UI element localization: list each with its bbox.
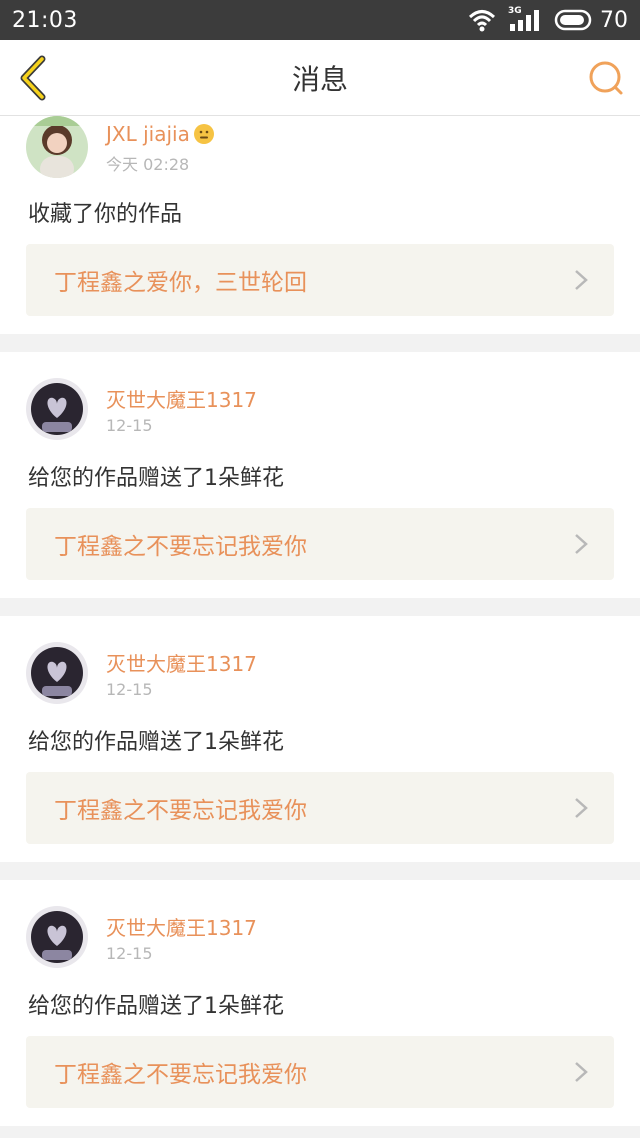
message-action: 给您的作品赠送了1朵鲜花: [28, 730, 284, 755]
search-button[interactable]: [586, 58, 626, 98]
message-list: JXL jiajia 今天 02:28 收藏了你的作品 丁程鑫之爱你，三世轮回: [0, 116, 640, 1126]
status-icons: 3G 70: [468, 6, 628, 33]
divider: [0, 334, 640, 352]
work-title: 丁程鑫之不要忘记我爱你: [54, 1062, 307, 1088]
signal-icon: 3G: [508, 6, 542, 32]
chevron-right-icon: [575, 534, 588, 554]
battery-level: 70: [600, 7, 628, 33]
battery: 70: [554, 8, 628, 33]
message-action: 给您的作品赠送了1朵鲜花: [28, 994, 284, 1019]
battery-icon: [554, 9, 592, 31]
message-item: JXL jiajia 今天 02:28 收藏了你的作品 丁程鑫之爱你，三世轮回: [0, 116, 640, 334]
message-item: 灭世大魔王1317 12-15 给您的作品赠送了1朵鲜花 丁程鑫之不要忘记我爱你: [0, 880, 640, 1126]
wifi-icon: [468, 10, 496, 32]
message-time: 12-15: [106, 680, 153, 699]
divider: [0, 598, 640, 616]
nav-bar: 消息: [0, 40, 640, 116]
message-time: 今天 02:28: [106, 155, 190, 174]
avatar[interactable]: [26, 642, 88, 704]
avatar[interactable]: [26, 906, 88, 968]
message-item: 灭世大魔王1317 12-15 给您的作品赠送了1朵鲜花 丁程鑫之不要忘记我爱你: [0, 352, 640, 598]
work-title: 丁程鑫之不要忘记我爱你: [54, 534, 307, 560]
username[interactable]: 灭世大魔王1317: [106, 912, 257, 941]
work-title: 丁程鑫之不要忘记我爱你: [54, 798, 307, 824]
work-link[interactable]: 丁程鑫之爱你，三世轮回: [26, 244, 614, 316]
avatar[interactable]: [26, 116, 88, 178]
status-time: 21:03: [12, 7, 78, 33]
chevron-right-icon: [575, 270, 588, 290]
message-time: 12-15: [106, 944, 153, 963]
work-link[interactable]: 丁程鑫之不要忘记我爱你: [26, 1036, 614, 1108]
divider: [0, 862, 640, 880]
username[interactable]: 灭世大魔王1317: [106, 384, 257, 413]
status-bar: 21:03 3G 70: [0, 0, 640, 40]
message-action: 给您的作品赠送了1朵鲜花: [28, 466, 284, 491]
message-time: 12-15: [106, 416, 153, 435]
search-icon: [589, 61, 623, 95]
work-title: 丁程鑫之爱你，三世轮回: [54, 270, 307, 296]
chevron-right-icon: [575, 1062, 588, 1082]
work-link[interactable]: 丁程鑫之不要忘记我爱你: [26, 772, 614, 844]
avatar[interactable]: [26, 378, 88, 440]
username[interactable]: JXL jiajia: [106, 122, 214, 146]
message-item: 灭世大魔王1317 12-15 给您的作品赠送了1朵鲜花 丁程鑫之不要忘记我爱你: [0, 616, 640, 862]
message-action: 收藏了你的作品: [28, 202, 183, 227]
page-title: 消息: [291, 63, 348, 96]
chevron-right-icon: [575, 798, 588, 818]
username[interactable]: 灭世大魔王1317: [106, 648, 257, 677]
emoji-icon: [193, 124, 214, 144]
work-link[interactable]: 丁程鑫之不要忘记我爱你: [26, 508, 614, 580]
